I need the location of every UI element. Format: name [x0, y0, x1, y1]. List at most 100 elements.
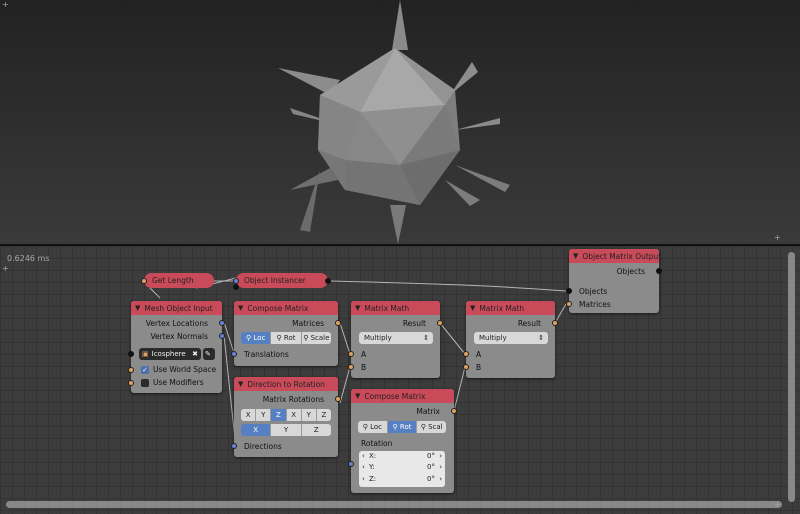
primary-axis-neg-y[interactable]: Y [301, 409, 317, 421]
input-socket[interactable] [128, 380, 134, 386]
increment-arrow-icon[interactable]: › [439, 463, 442, 471]
area-corner-icon[interactable]: + [2, 265, 9, 273]
decrement-arrow-icon[interactable]: ‹ [362, 463, 365, 471]
use-modifiers-checkbox[interactable] [141, 379, 149, 387]
input-socket[interactable] [348, 351, 354, 357]
icosphere-render [278, 0, 510, 244]
input-label: Translations [244, 350, 289, 359]
output-socket[interactable] [335, 396, 341, 402]
vertical-scrollbar[interactable] [788, 252, 795, 502]
object-instancer-node[interactable]: Object Instancer [236, 273, 328, 288]
scale-toggle[interactable]: ⚲ Scale [301, 332, 331, 344]
input-socket[interactable] [231, 351, 237, 357]
object-matrix-output-node[interactable]: ▼ Object Matrix Output Objects Objects Ma… [566, 249, 662, 313]
input-socket[interactable] [231, 443, 237, 449]
get-length-node[interactable]: Get Length [144, 273, 214, 288]
rotation-x-field[interactable]: ‹ X: 0° › [359, 452, 445, 463]
collapse-arrow-icon[interactable]: ▼ [573, 252, 578, 260]
input-socket[interactable] [128, 351, 134, 357]
rotation-label: Rotation [361, 439, 393, 448]
node-editor[interactable]: 0.6246 ms Get Length Object Instancer ▼ O… [0, 246, 800, 514]
input-socket[interactable] [348, 364, 354, 370]
collapse-arrow-icon[interactable]: ▼ [135, 304, 140, 312]
rotation-vector-field[interactable]: ‹ X: 0° › ‹ Y: 0° › ‹ Z: 0° › [359, 451, 445, 487]
input-socket[interactable] [233, 284, 239, 290]
input-socket[interactable] [128, 367, 134, 373]
rot-toggle[interactable]: ⚲ Rot [387, 421, 418, 433]
mesh-icon: ▣ [142, 350, 149, 358]
node-title: Matrix Math [364, 303, 410, 313]
node-title: Get Length [152, 276, 194, 285]
input-socket[interactable] [463, 351, 469, 357]
rotation-z-field[interactable]: ‹ Z: 0° › [359, 475, 445, 486]
primary-axis-z[interactable]: Z [271, 409, 287, 421]
matrix-math-node[interactable]: ▼ Matrix Math Result Multiply ⇕ A B [463, 301, 558, 378]
output-socket[interactable] [451, 408, 457, 414]
3d-viewport[interactable]: + + [0, 0, 800, 244]
object-field[interactable]: ▣ Icosphere ✖ [139, 348, 201, 360]
secondary-axis-z[interactable]: Z [301, 424, 331, 436]
rotation-y-field[interactable]: ‹ Y: 0° › [359, 463, 445, 474]
area-corner-icon[interactable]: + [774, 234, 781, 242]
collapse-arrow-icon[interactable]: ▼ [470, 304, 475, 312]
checkbox-label: Use Modifiers [153, 378, 204, 387]
horizontal-scrollbar[interactable] [6, 501, 782, 508]
link-icon: ⚲ [276, 334, 282, 342]
input-socket[interactable] [566, 288, 572, 294]
output-socket[interactable] [325, 278, 331, 284]
increment-arrow-icon[interactable]: › [439, 452, 442, 460]
node-title: Object Instancer [244, 276, 306, 285]
link-icon: ⚲ [362, 423, 368, 431]
primary-axis-neg-x[interactable]: X [286, 409, 302, 421]
decrement-arrow-icon[interactable]: ‹ [362, 452, 365, 460]
input-label: Objects [579, 287, 608, 296]
decrement-arrow-icon[interactable]: ‹ [362, 475, 365, 483]
link-icon: ⚲ [303, 334, 309, 342]
output-socket[interactable] [656, 268, 662, 274]
operation-dropdown[interactable]: Multiply ⇕ [474, 332, 548, 344]
clear-icon[interactable]: ✖ [192, 350, 198, 358]
collapse-arrow-icon[interactable]: ▼ [355, 392, 360, 400]
collapse-arrow-icon[interactable]: ▼ [238, 380, 243, 388]
direction-to-rotation-node[interactable]: ▼ Direction to Rotation Matrix Rotations … [231, 377, 341, 457]
area-corner-icon[interactable]: + [2, 1, 9, 9]
scale-toggle[interactable]: ⚲ Scal [417, 421, 446, 433]
use-world-space-checkbox[interactable]: ✓ [141, 366, 149, 374]
eyedropper-button[interactable]: ✎ [203, 348, 215, 360]
input-socket[interactable] [348, 461, 354, 467]
loc-toggle[interactable]: ⚲ Loc [241, 332, 272, 344]
eyedropper-icon: ✎ [205, 350, 211, 358]
output-socket[interactable] [219, 333, 225, 339]
primary-axis-x[interactable]: X [241, 409, 257, 421]
input-socket[interactable] [141, 278, 147, 284]
secondary-axis-y[interactable]: Y [271, 424, 302, 436]
output-socket[interactable] [219, 320, 225, 326]
matrix-math-node[interactable]: ▼ Matrix Math Result Multiply ⇕ A B [348, 301, 443, 378]
compose-matrix-node[interactable]: ▼ Compose Matrix Matrix ⚲ Loc ⚲ Rot ⚲ Sca… [348, 389, 457, 493]
rot-toggle[interactable]: ⚲ Rot [271, 332, 302, 344]
link-icon: ⚲ [246, 334, 252, 342]
collapse-arrow-icon[interactable]: ▼ [238, 304, 243, 312]
secondary-axis-x[interactable]: X [241, 424, 272, 436]
area-corner-icon[interactable]: + [774, 501, 781, 509]
input-label: A [361, 350, 367, 359]
node-title: Matrix Math [479, 303, 525, 313]
output-socket[interactable] [437, 320, 443, 326]
input-label: Matrices [579, 300, 611, 309]
output-socket[interactable] [335, 320, 341, 326]
mesh-object-input-node[interactable]: ▼ Mesh Object Input Vertex Locations Vert… [128, 301, 225, 393]
node-title: Mesh Object Input [144, 303, 213, 313]
output-label: Result [402, 319, 426, 328]
input-socket[interactable] [463, 364, 469, 370]
compose-matrix-node[interactable]: ▼ Compose Matrix Matrices ⚲ Loc ⚲ Rot ⚲ S… [231, 301, 341, 366]
primary-axis-neg-z[interactable]: Z [316, 409, 331, 421]
input-label: Directions [244, 442, 282, 451]
loc-toggle[interactable]: ⚲ Loc [358, 421, 388, 433]
collapse-arrow-icon[interactable]: ▼ [355, 304, 360, 312]
input-socket[interactable] [566, 301, 572, 307]
checkbox-label: Use World Space [153, 365, 217, 374]
operation-dropdown[interactable]: Multiply ⇕ [359, 332, 433, 344]
primary-axis-y[interactable]: Y [256, 409, 272, 421]
output-socket[interactable] [552, 320, 558, 326]
increment-arrow-icon[interactable]: › [439, 475, 442, 483]
